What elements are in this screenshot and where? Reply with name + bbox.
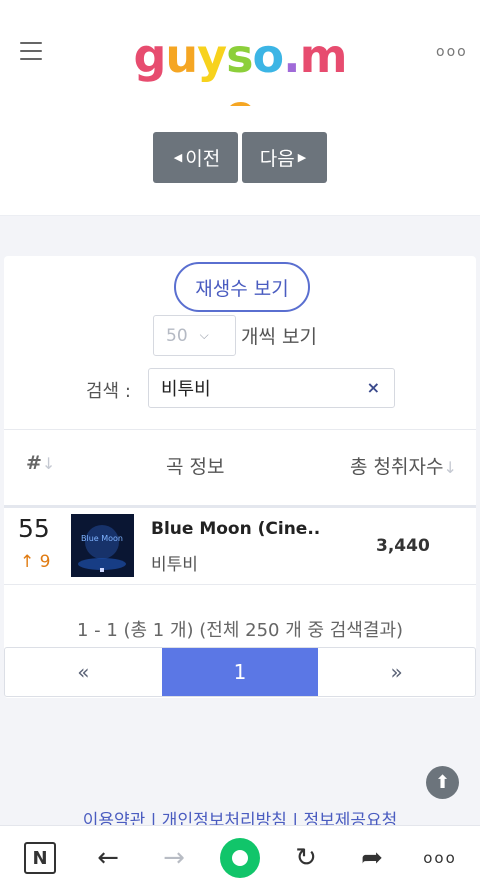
logo-letter: s [226,29,253,83]
site-logo[interactable]: guyso.me [132,28,348,139]
logo-letter: o [252,29,285,83]
chart-card: 재생수 보기 50 ⌵ 개씩 보기 검색 : 비투비 × #↓ 곡 정보 총 청… [4,256,476,698]
rank-header-label: # [26,452,42,474]
more-icon[interactable]: ooo [436,44,468,60]
pager-prev[interactable]: « [5,648,162,696]
menu-icon[interactable] [20,42,42,60]
pager-current[interactable]: 1 [161,648,319,696]
header-divider [4,505,476,508]
logo-letter: m [299,29,348,83]
triangle-left-icon: ◀ [173,151,183,164]
play-count-button[interactable]: 재생수 보기 [174,262,310,312]
per-page-value: 50 [166,325,188,346]
album-art[interactable]: Blue Moon [71,514,134,577]
logo-letter: y [197,29,227,83]
rank-header[interactable]: #↓ [26,452,55,474]
pager-next[interactable]: » [318,648,475,696]
logo-letter: g [133,29,166,83]
song-title[interactable]: Blue Moon (Cine... [151,519,321,539]
search-value: 비투비 [161,379,211,400]
album-text: Blue Moon [81,534,123,543]
logo-letter: u [165,29,198,83]
search-input[interactable]: 비투비 × [148,368,395,408]
green-dot-button[interactable] [220,838,260,878]
sort-arrow-icon: ↓ [443,458,457,477]
scroll-top-button[interactable]: ⬆ [426,766,459,799]
listeners-header[interactable]: 총 청취자수↓ [350,452,457,479]
arrow-up-icon: ⬆ [434,772,451,793]
search-label: 검색 : [86,381,131,402]
song-artist[interactable]: 비투비 [151,550,198,575]
listeners-header-label: 총 청취자수 [350,456,444,478]
next-button[interactable]: 다음 ▶ [242,132,327,183]
naver-home-button[interactable]: N [24,842,56,874]
divider [4,429,476,430]
site-header: guyso.me ooo [0,0,480,139]
clear-icon[interactable]: × [367,378,380,397]
logo-letter: . [283,29,301,83]
song-info-header: 곡 정보 [166,456,225,478]
forward-arrow-icon[interactable]: → [154,840,194,876]
per-page-select[interactable]: 50 ⌵ [153,315,236,356]
refresh-icon[interactable]: ↻ [286,840,326,876]
prev-button[interactable]: ◀ 이전 [153,132,238,183]
listener-count: 3,440 [376,536,430,556]
result-summary: 1 - 1 (총 1 개) (전체 250 개 중 검색결과) [76,620,404,641]
browser-toolbar: N ← → ↻ ➦ ooo [0,825,480,891]
row-divider [4,584,476,585]
per-page-label: 개씩 보기 [241,326,317,348]
rank-number: 55 [18,514,50,543]
back-arrow-icon[interactable]: ← [88,840,128,876]
prev-button-label: 이전 [185,148,221,170]
rank-change: ↑ 9 [20,552,51,572]
triangle-right-icon: ▶ [297,151,307,164]
more-icon[interactable]: ooo [418,840,462,876]
chevron-down-icon: ⌵ [199,328,209,342]
chart-nav: ◀ 이전 다음 ▶ [0,106,480,216]
sort-arrow-icon: ↓ [41,454,56,473]
next-button-label: 다음 [259,148,295,170]
share-icon[interactable]: ➦ [352,840,392,876]
pagination: « 1 » [4,647,476,697]
